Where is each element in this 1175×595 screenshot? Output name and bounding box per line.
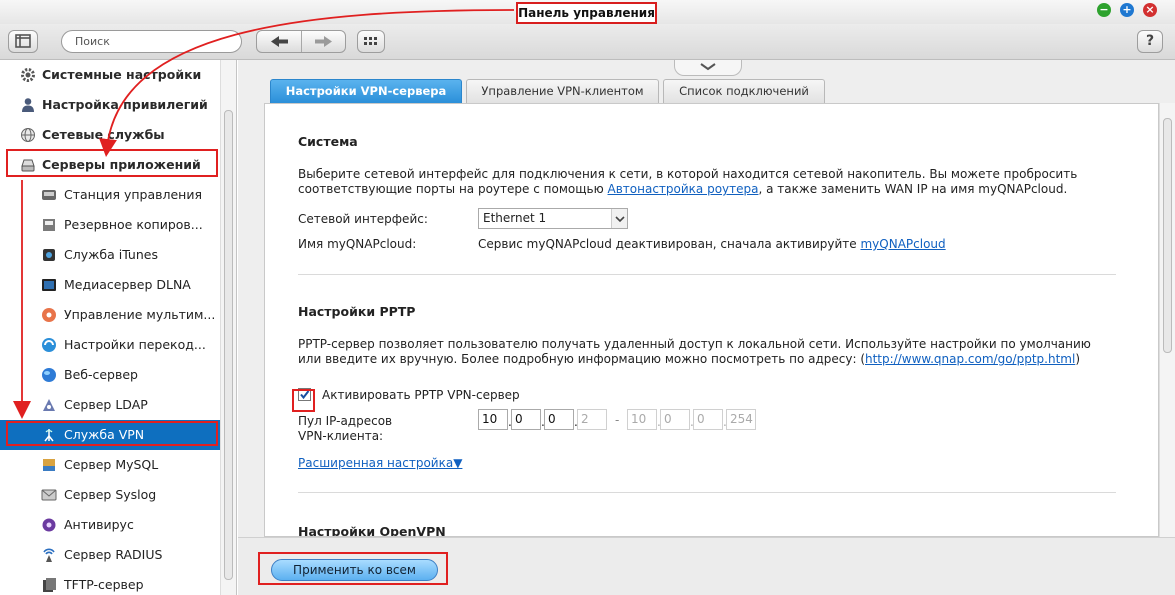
annotation-arrow bbox=[99, 9, 515, 157]
highlight-pptp-checkbox bbox=[292, 389, 315, 412]
highlight-apply-button bbox=[258, 552, 448, 585]
highlight-app-servers bbox=[6, 149, 218, 177]
annotation-arrows bbox=[13, 9, 515, 419]
highlight-vpn-service bbox=[6, 421, 218, 446]
